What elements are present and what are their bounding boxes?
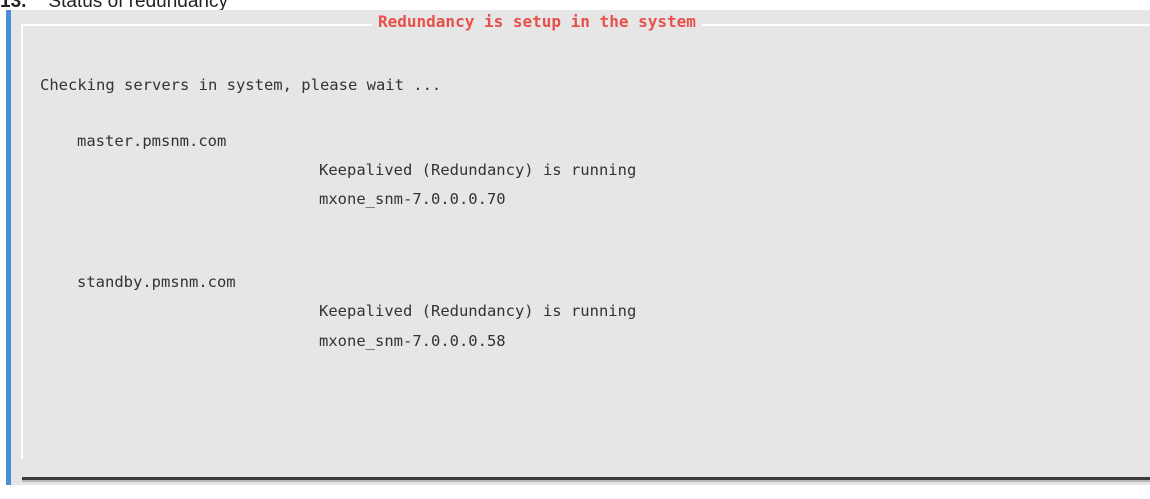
terminal-window: Redundancy is setup in the system Checki… (0, 10, 1150, 499)
checking-message: Checking servers in system, please wait … (40, 76, 442, 94)
server-hostname: master.pmsnm.com (77, 132, 227, 150)
dialog-panel: Redundancy is setup in the system Checki… (11, 10, 1150, 485)
dialog-title: Redundancy is setup in the system (372, 12, 702, 32)
server-version: mxone_snm-7.0.0.0.70 (319, 190, 506, 208)
server-status: Keepalived (Redundancy) is running (319, 161, 637, 179)
server-status: Keepalived (Redundancy) is running (319, 302, 637, 320)
server-version: mxone_snm-7.0.0.0.58 (319, 332, 506, 350)
server-hostname: standby.pmsnm.com (77, 273, 236, 291)
bottom-divider-shadow (22, 480, 1150, 482)
